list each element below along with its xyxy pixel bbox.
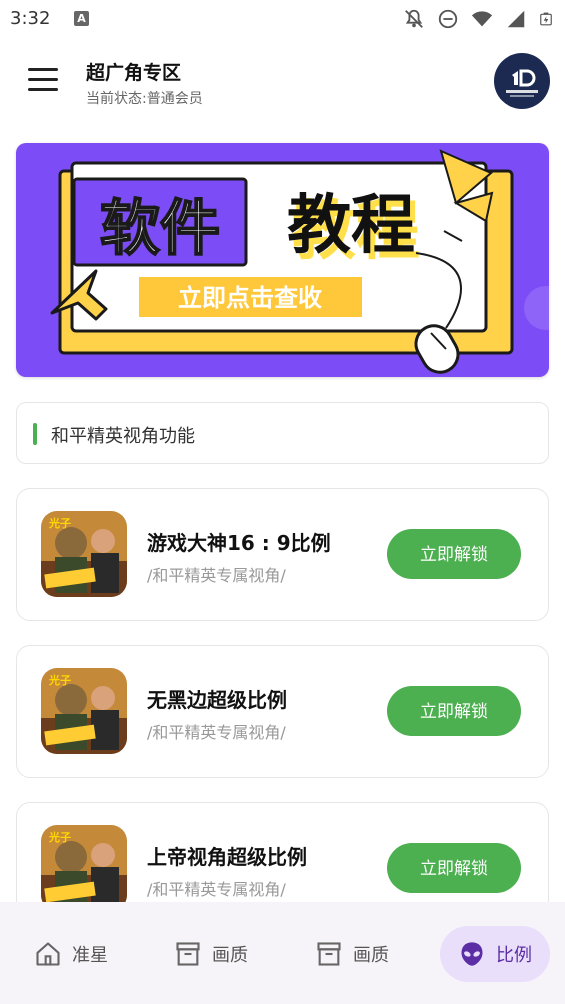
list-item: 光子 无黑边超级比例 /和平精英专属视角/ 立即解锁 [16,645,549,778]
membership-status: 当前状态:普通会员 [86,91,203,107]
item-name: 无黑边超级比例 [147,688,287,712]
unlock-button[interactable]: 立即解锁 [387,843,521,893]
dnd-icon [438,9,458,29]
bottom-navigation: 准星 画质 画质 比例 [0,902,565,1004]
menu-icon[interactable] [28,68,58,92]
nav-item-crosshair[interactable]: 准星 [34,926,108,982]
unlock-button[interactable]: 立即解锁 [387,686,521,736]
svg-text:光子: 光子 [48,830,71,844]
archive-icon [176,942,200,966]
status-time: 3:32 [10,8,51,29]
alien-icon [461,942,483,966]
nav-item-quality-1[interactable]: 画质 [174,926,248,982]
notification-app-icon: A [74,11,89,26]
section-header: 和平精英视角功能 [16,402,549,464]
banner-cta: 立即点击查收 [178,284,322,312]
tutorial-banner[interactable]: 软件 教程 教程 立即点击查收 [16,143,549,377]
item-description: /和平精英专属视角/ [147,880,286,899]
section-accent-bar [33,423,37,445]
wifi-icon [471,11,493,27]
unlock-button[interactable]: 立即解锁 [387,529,521,579]
signal-icon [507,10,525,28]
nav-label: 比例 [496,945,532,966]
home-icon [36,942,60,966]
item-description: /和平精英专属视角/ [147,566,286,585]
notifications-off-icon [405,9,423,28]
section-title: 和平精英视角功能 [51,426,195,447]
banner-graphic: 软件 教程 教程 立即点击查收 [50,149,549,374]
app-header: 超广角专区 当前状态:普通会员 [0,38,565,128]
nav-label: 画质 [353,945,389,966]
nav-item-quality-2[interactable]: 画质 [315,926,389,982]
svg-text:光子: 光子 [48,516,71,530]
item-description: /和平精英专属视角/ [147,723,286,742]
list-item: 光子 游戏大神16 : 9比例 /和平精英专属视角/ 立即解锁 [16,488,549,621]
item-name: 游戏大神16 : 9比例 [147,531,331,555]
banner-word-right: 教程 [287,189,415,263]
page-title: 超广角专区 [86,62,182,84]
status-bar: 3:32 A [0,0,565,38]
avatar-logo-icon [506,69,538,97]
game-thumbnail: 光子 [41,511,127,597]
nav-label: 准星 [72,945,108,966]
nav-label: 画质 [212,945,248,966]
battery-icon [540,12,552,26]
game-thumbnail: 光子 [41,668,127,754]
archive-icon [317,942,341,966]
nav-item-ratio[interactable]: 比例 [440,926,550,982]
item-name: 上帝视角超级比例 [147,845,307,869]
svg-text:光子: 光子 [48,673,71,687]
game-thumbnail: 光子 [41,825,127,911]
banner-word-left: 软件 [100,194,220,264]
avatar[interactable] [494,53,550,109]
